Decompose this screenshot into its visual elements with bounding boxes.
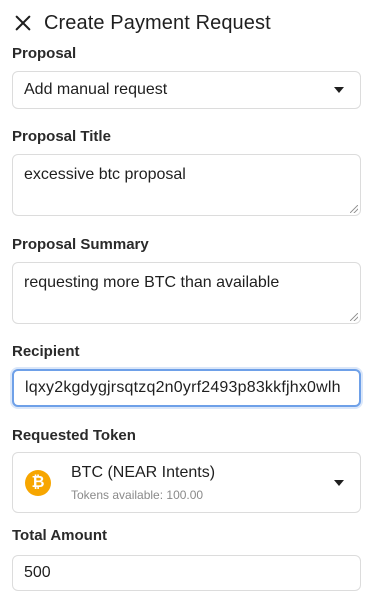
proposal-title-label: Proposal Title: [12, 128, 111, 145]
recipient-input[interactable]: lqxy2kgdygjrsqtzq2n0yrf2493p83kkfjhx0wlh: [12, 369, 361, 407]
chevron-down-icon: [334, 479, 344, 486]
total-amount-input[interactable]: 500: [12, 555, 361, 591]
proposal-selected-value: Add manual request: [24, 81, 168, 98]
total-amount-label: Total Amount: [12, 527, 107, 544]
requested-token-label: Requested Token: [12, 427, 136, 444]
bitcoin-icon: ₿: [25, 469, 51, 496]
proposal-summary-textarea[interactable]: requesting more BTC than available: [12, 262, 361, 324]
total-amount-value: 500: [24, 564, 51, 581]
proposal-title-value: excessive btc proposal: [24, 166, 186, 183]
proposal-title-textarea[interactable]: excessive btc proposal: [12, 154, 361, 216]
dialog-header: Create Payment Request: [12, 9, 271, 37]
token-select[interactable]: ₿ BTC (NEAR Intents) Tokens available: 1…: [12, 452, 361, 513]
dialog-title: Create Payment Request: [44, 11, 271, 34]
proposal-label: Proposal: [12, 45, 77, 62]
proposal-summary-label: Proposal Summary: [12, 236, 149, 253]
close-icon[interactable]: [12, 12, 34, 34]
resize-handle-icon[interactable]: [350, 205, 358, 213]
token-available: Tokens available: 100.00: [71, 487, 204, 502]
resize-handle-icon[interactable]: [350, 313, 358, 321]
proposal-summary-value: requesting more BTC than available: [24, 274, 280, 291]
chevron-down-icon: [334, 87, 344, 93]
token-name: BTC (NEAR Intents): [71, 463, 216, 481]
proposal-select[interactable]: Add manual request: [12, 71, 361, 109]
recipient-value: lqxy2kgdygjrsqtzq2n0yrf2493p83kkfjhx0wlh: [25, 379, 341, 396]
recipient-label: Recipient: [12, 343, 80, 360]
